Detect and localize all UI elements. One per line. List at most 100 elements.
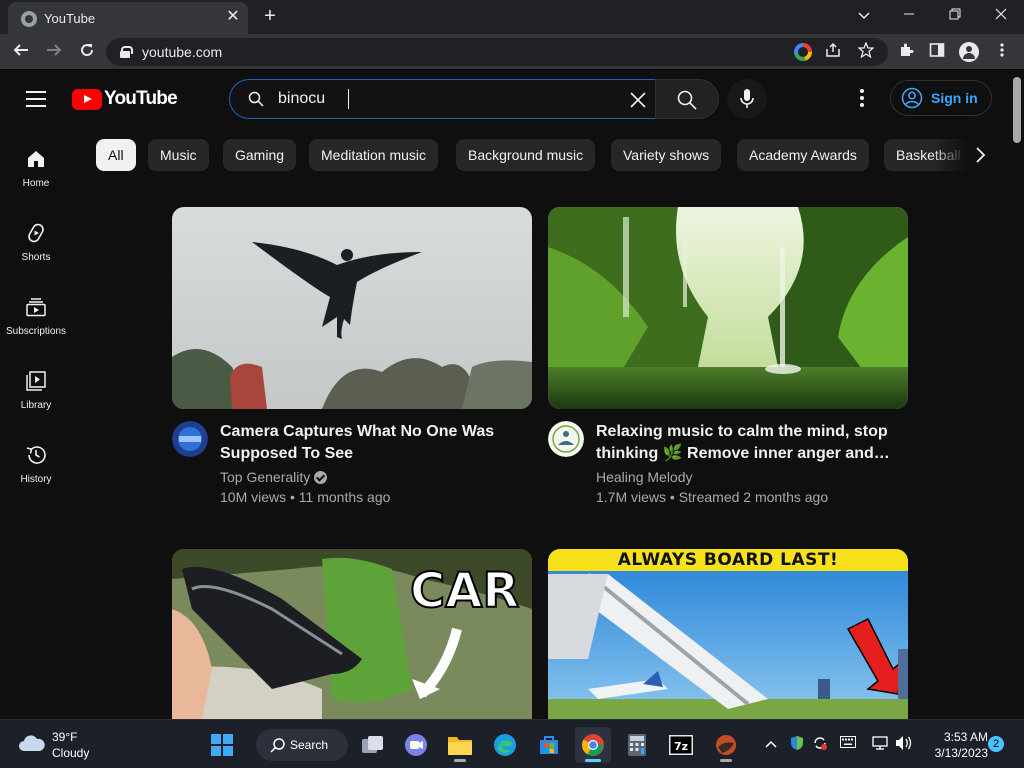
- channel-name[interactable]: Top Generality: [220, 469, 310, 485]
- task-view-button[interactable]: [355, 727, 391, 763]
- start-button[interactable]: [204, 727, 240, 763]
- channel-avatar[interactable]: [548, 421, 584, 457]
- defender-shield-icon[interactable]: [788, 735, 806, 753]
- sidebar-item-label: Home: [22, 178, 50, 189]
- svg-text:7z: 7z: [674, 740, 688, 753]
- reload-icon[interactable]: [75, 40, 99, 64]
- notification-count-badge[interactable]: 2: [988, 736, 1004, 752]
- calculator-button[interactable]: [619, 727, 655, 763]
- file-explorer-button[interactable]: [442, 727, 478, 763]
- clear-search-icon[interactable]: [628, 90, 648, 110]
- pinned-app-button[interactable]: [708, 727, 744, 763]
- chip-background-music[interactable]: Background music: [456, 139, 596, 171]
- sign-in-button[interactable]: Sign in: [890, 80, 992, 116]
- chevron-up-icon[interactable]: [762, 735, 780, 753]
- mini-guide: Home Shorts Subscriptions Library Histor…: [0, 127, 72, 717]
- channel-name-row: Top Generality: [220, 469, 328, 485]
- keyboard-icon[interactable]: [839, 735, 857, 753]
- tab-search-icon[interactable]: [851, 4, 877, 26]
- browser-menu-icon[interactable]: [992, 42, 1012, 62]
- edge-icon: [494, 734, 516, 756]
- scrollbar-thumb[interactable]: [1013, 77, 1021, 143]
- forward-icon[interactable]: [42, 40, 66, 64]
- thumbnail-overlay-text: CAR: [409, 562, 520, 620]
- weather-temperature[interactable]: 39°F: [52, 730, 77, 744]
- lock-icon[interactable]: [120, 46, 133, 58]
- chip-meditation-music[interactable]: Meditation music: [309, 139, 439, 171]
- edge-button[interactable]: [487, 727, 523, 763]
- taskbar-search-button[interactable]: Search: [256, 729, 348, 761]
- browser-tab-strip: YouTube ✕ +: [0, 0, 1024, 34]
- search-icon: [248, 91, 264, 107]
- chip-all[interactable]: All: [96, 139, 136, 171]
- history-icon: [25, 444, 47, 466]
- microsoft-store-button[interactable]: [531, 727, 567, 763]
- 7zip-button[interactable]: 7z: [663, 727, 699, 763]
- video-thumbnail[interactable]: [172, 207, 532, 409]
- sidebar-item-subscriptions[interactable]: Subscriptions: [0, 275, 72, 349]
- extensions-icon[interactable]: [896, 42, 916, 62]
- video-title[interactable]: Camera Captures What No One Was Supposed…: [220, 421, 520, 465]
- youtube-logo-text: YouTube: [104, 88, 178, 109]
- channel-name-row: Healing Melody: [596, 469, 693, 485]
- chip-music[interactable]: Music: [148, 139, 209, 171]
- channel-name[interactable]: Healing Melody: [596, 469, 693, 485]
- sidebar-item-library[interactable]: Library: [0, 349, 72, 423]
- teams-chat-button[interactable]: [398, 727, 434, 763]
- google-lens-icon[interactable]: [794, 43, 812, 61]
- youtube-masthead: YouTube Sign in: [0, 71, 1010, 127]
- sidebar-item-shorts[interactable]: Shorts: [0, 201, 72, 275]
- weather-condition[interactable]: Cloudy: [52, 746, 89, 760]
- back-icon[interactable]: [9, 40, 33, 64]
- new-tab-button[interactable]: +: [259, 6, 281, 28]
- cloudy-weather-icon[interactable]: [18, 734, 46, 752]
- library-icon: [25, 370, 47, 392]
- video-thumbnail[interactable]: [548, 207, 908, 409]
- guide-menu-icon[interactable]: [26, 91, 46, 107]
- search-button-icon: [677, 90, 697, 110]
- profile-icon[interactable]: [959, 42, 979, 62]
- window-close-icon[interactable]: [988, 4, 1014, 26]
- minimize-icon[interactable]: [896, 4, 922, 26]
- chip-variety-shows[interactable]: Variety shows: [611, 139, 722, 171]
- voice-search-button[interactable]: [727, 79, 767, 119]
- sidebar-item-label: Library: [20, 400, 52, 411]
- thumbnail-banner-text: ALWAYS BOARD LAST!: [617, 550, 839, 570]
- chip-gaming[interactable]: Gaming: [223, 139, 297, 171]
- restore-icon[interactable]: [942, 4, 968, 26]
- sidebar-item-history[interactable]: History: [0, 423, 72, 497]
- tab-close-icon[interactable]: ✕: [224, 8, 242, 26]
- clock-time[interactable]: 3:53 AM: [926, 730, 988, 744]
- volume-icon[interactable]: [895, 735, 913, 753]
- search-input[interactable]: [278, 88, 618, 110]
- address-url[interactable]: youtube.com: [142, 44, 222, 60]
- chrome-button[interactable]: [575, 727, 611, 763]
- store-icon: [540, 736, 558, 754]
- subscriptions-icon: [25, 296, 47, 318]
- clock-date[interactable]: 3/13/2023: [920, 746, 988, 760]
- video-thumbnail[interactable]: ALWAYS BOARD LAST!: [548, 549, 908, 719]
- side-panel-icon[interactable]: [927, 42, 947, 62]
- network-icon[interactable]: [871, 735, 889, 753]
- chip-academy-awards[interactable]: Academy Awards: [737, 139, 869, 171]
- page-scrollbar[interactable]: [1010, 71, 1024, 719]
- sidebar-item-home[interactable]: Home: [0, 127, 72, 201]
- bookmark-star-icon[interactable]: [856, 41, 876, 62]
- folder-icon: [448, 737, 472, 755]
- account-circle-icon: [901, 87, 923, 109]
- video-thumbnail[interactable]: CAR: [172, 549, 532, 719]
- sync-icon[interactable]: [811, 735, 829, 753]
- calculator-icon: [628, 734, 646, 756]
- channel-avatar[interactable]: [172, 421, 208, 457]
- search-box[interactable]: [229, 79, 656, 119]
- settings-menu-icon[interactable]: [852, 89, 872, 109]
- video-title[interactable]: Relaxing music to calm the mind, stop th…: [596, 421, 896, 465]
- chevron-right-icon[interactable]: [969, 144, 991, 166]
- youtube-logo[interactable]: YouTube: [72, 88, 178, 110]
- microphone-icon: [740, 89, 754, 108]
- address-bar[interactable]: youtube.com: [106, 38, 888, 66]
- home-icon: [25, 148, 47, 170]
- search-button[interactable]: [655, 79, 719, 119]
- share-icon[interactable]: [823, 42, 843, 62]
- browser-tab-youtube[interactable]: YouTube ✕: [8, 2, 248, 34]
